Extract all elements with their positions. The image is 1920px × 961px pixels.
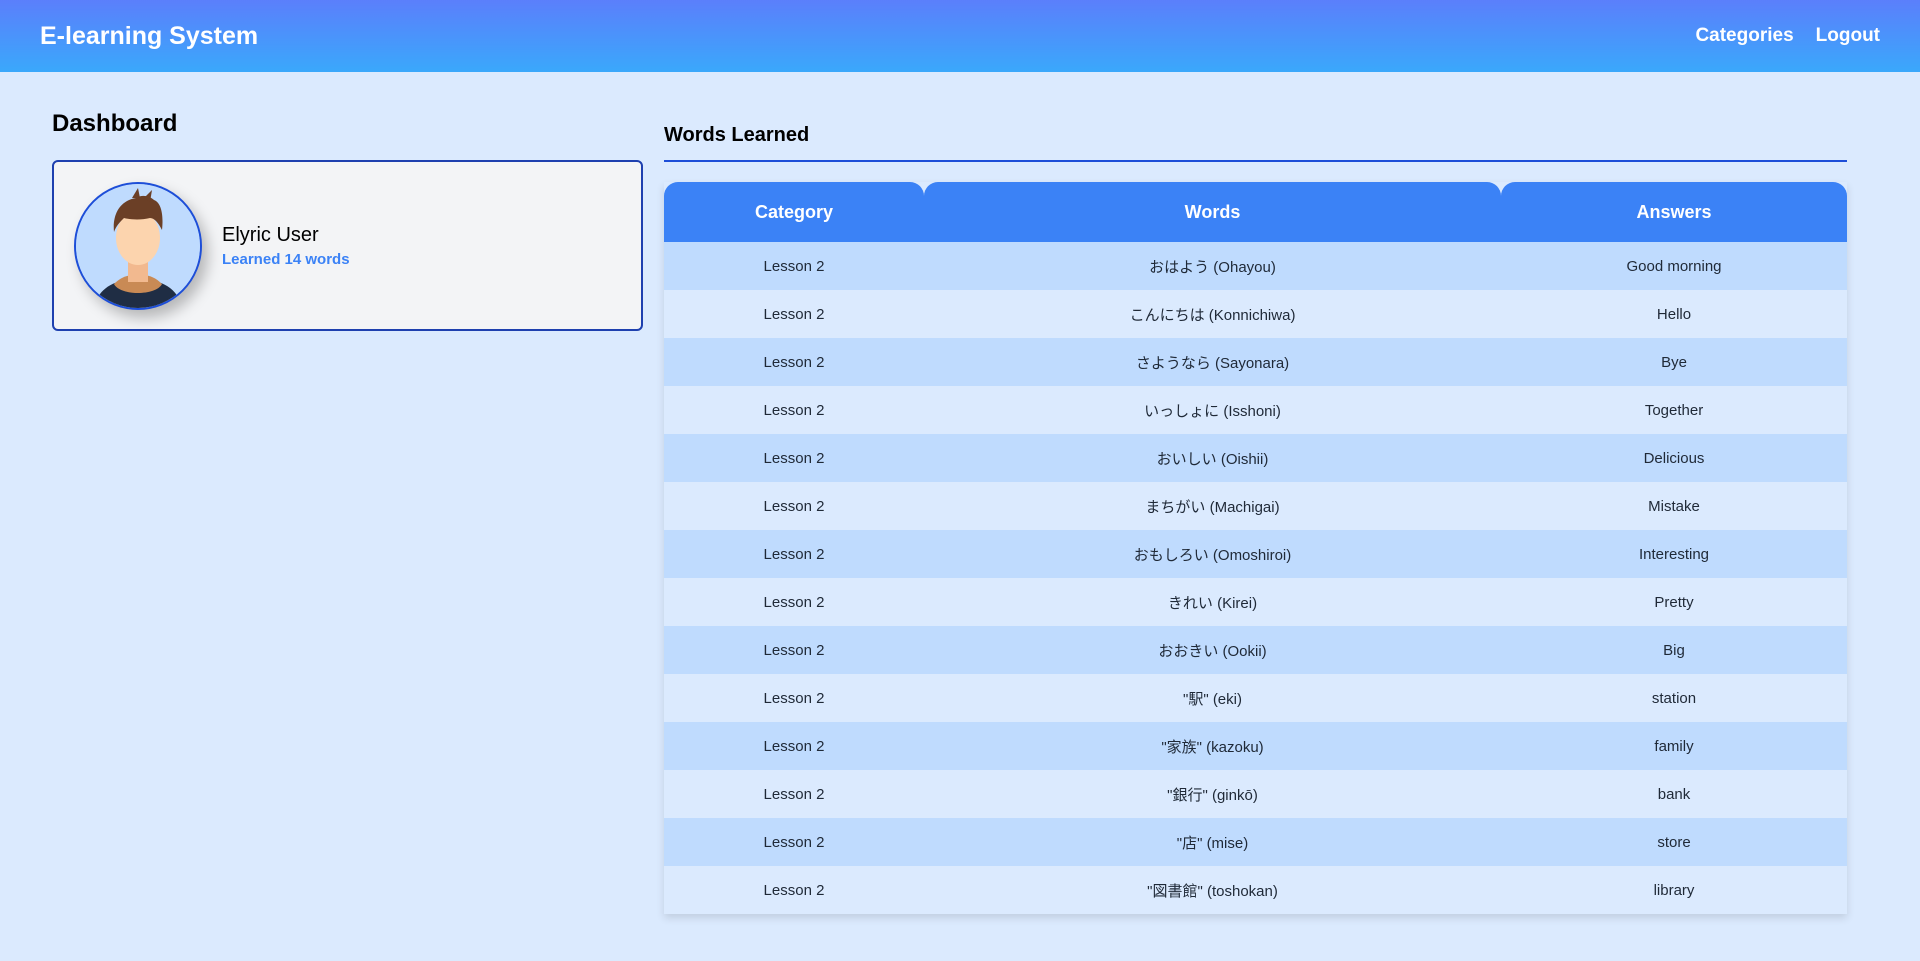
words-learned-title: Words Learned [664, 124, 1847, 162]
words-learned-section: Words Learned Category Words Answers Les… [664, 124, 1847, 914]
cell-answer: family [1501, 722, 1847, 770]
table-row: Lesson 2 おもしろい (Omoshiroi) Interesting [664, 530, 1847, 578]
cell-answer: store [1501, 818, 1847, 866]
cell-word: きれい (Kirei) [924, 578, 1501, 626]
cell-category: Lesson 2 [664, 578, 924, 626]
cell-word: さようなら (Sayonara) [924, 338, 1501, 386]
cell-category: Lesson 2 [664, 482, 924, 530]
cell-category: Lesson 2 [664, 674, 924, 722]
cell-category: Lesson 2 [664, 818, 924, 866]
user-avatar-icon [76, 183, 200, 308]
cell-word: "駅" (eki) [924, 674, 1501, 722]
cell-category: Lesson 2 [664, 722, 924, 770]
cell-word: まちがい (Machigai) [924, 482, 1501, 530]
column-header-words: Words [924, 182, 1501, 242]
table-row: Lesson 2 いっしょに (Isshoni) Together [664, 386, 1847, 434]
table-row: Lesson 2 きれい (Kirei) Pretty [664, 578, 1847, 626]
column-header-category: Category [664, 182, 924, 242]
cell-category: Lesson 2 [664, 626, 924, 674]
table-row: Lesson 2 "図書館" (toshokan) library [664, 866, 1847, 914]
cell-word: "家族" (kazoku) [924, 722, 1501, 770]
cell-category: Lesson 2 [664, 530, 924, 578]
table-row: Lesson 2 "家族" (kazoku) family [664, 722, 1847, 770]
brand-title[interactable]: E-learning System [40, 22, 258, 51]
cell-word: こんにちは (Konnichiwa) [924, 290, 1501, 338]
table-row: Lesson 2 "駅" (eki) station [664, 674, 1847, 722]
cell-answer: Big [1501, 626, 1847, 674]
cell-answer: station [1501, 674, 1847, 722]
dashboard-section: Dashboard Elyric User Learned 14 words [52, 110, 643, 331]
cell-answer: library [1501, 866, 1847, 914]
cell-word: "店" (mise) [924, 818, 1501, 866]
cell-category: Lesson 2 [664, 770, 924, 818]
cell-category: Lesson 2 [664, 290, 924, 338]
table-row: Lesson 2 おいしい (Oishii) Delicious [664, 434, 1847, 482]
table-row: Lesson 2 おおきい (Ookii) Big [664, 626, 1847, 674]
cell-category: Lesson 2 [664, 338, 924, 386]
cell-answer: Good morning [1501, 242, 1847, 290]
cell-word: おいしい (Oishii) [924, 434, 1501, 482]
column-header-answers: Answers [1501, 182, 1847, 242]
avatar [74, 181, 202, 310]
nav-link-categories[interactable]: Categories [1695, 25, 1793, 47]
main-content: Dashboard Elyric User Learned 14 words W… [0, 72, 1920, 961]
nav-links: Categories Logout [1695, 25, 1880, 47]
cell-category: Lesson 2 [664, 242, 924, 290]
cell-word: おはよう (Ohayou) [924, 242, 1501, 290]
table-row: Lesson 2 さようなら (Sayonara) Bye [664, 338, 1847, 386]
cell-word: おおきい (Ookii) [924, 626, 1501, 674]
cell-word: "銀行" (ginkō) [924, 770, 1501, 818]
cell-answer: Mistake [1501, 482, 1847, 530]
cell-category: Lesson 2 [664, 386, 924, 434]
table-row: Lesson 2 "店" (mise) store [664, 818, 1847, 866]
navbar: E-learning System Categories Logout [0, 0, 1920, 72]
nav-link-logout[interactable]: Logout [1816, 25, 1880, 47]
cell-category: Lesson 2 [664, 866, 924, 914]
words-table: Category Words Answers Lesson 2 おはよう (Oh… [664, 182, 1847, 914]
cell-answer: bank [1501, 770, 1847, 818]
table-row: Lesson 2 "銀行" (ginkō) bank [664, 770, 1847, 818]
cell-answer: Hello [1501, 290, 1847, 338]
cell-answer: Pretty [1501, 578, 1847, 626]
cell-word: "図書館" (toshokan) [924, 866, 1501, 914]
cell-word: おもしろい (Omoshiroi) [924, 530, 1501, 578]
cell-answer: Delicious [1501, 434, 1847, 482]
cell-word: いっしょに (Isshoni) [924, 386, 1501, 434]
table-header-row: Category Words Answers [664, 182, 1847, 242]
cell-category: Lesson 2 [664, 434, 924, 482]
dashboard-title: Dashboard [52, 110, 178, 137]
table-row: Lesson 2 こんにちは (Konnichiwa) Hello [664, 290, 1847, 338]
user-name: Elyric User [222, 223, 319, 246]
profile-card: Elyric User Learned 14 words [52, 160, 643, 331]
profile-info: Elyric User Learned 14 words [222, 224, 350, 268]
cell-answer: Together [1501, 386, 1847, 434]
table-row: Lesson 2 おはよう (Ohayou) Good morning [664, 242, 1847, 290]
table-row: Lesson 2 まちがい (Machigai) Mistake [664, 482, 1847, 530]
learned-count-link[interactable]: Learned 14 words [222, 251, 350, 268]
cell-answer: Bye [1501, 338, 1847, 386]
cell-answer: Interesting [1501, 530, 1847, 578]
